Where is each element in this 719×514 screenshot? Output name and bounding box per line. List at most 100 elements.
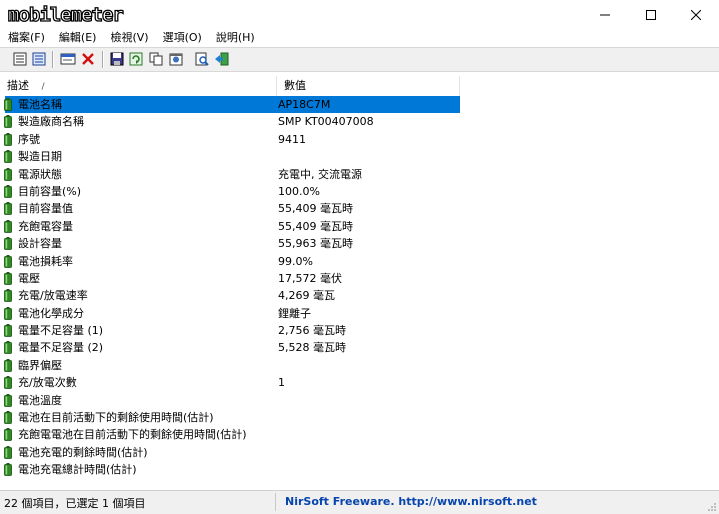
row-value: 100.0% (278, 184, 320, 198)
html-report-icon[interactable] (168, 51, 184, 67)
column-header-value[interactable]: 數值 (277, 76, 460, 96)
row-value: SMP KT00407008 (278, 115, 374, 129)
row-value: AP18C7M (278, 98, 331, 111)
table-row[interactable]: 電池充電總計時間(估計) (0, 461, 719, 478)
table-row[interactable]: 電池損耗率 99.0% (0, 253, 719, 270)
row-description: 電池名稱 (18, 98, 62, 111)
row-description: 電量不足容量 (1) (18, 324, 104, 338)
battery-icon (4, 132, 12, 146)
maximize-button[interactable] (628, 0, 674, 29)
menu-help[interactable]: 說明(H) (208, 29, 261, 47)
table-row[interactable]: 設計容量 55,963 毫瓦時 (0, 235, 719, 252)
list-rows: 電池名稱 AP18C7M 製造廠商名稱 SMP KT00407008 序號 9411 製造日… (0, 96, 719, 479)
table-row[interactable]: 目前容量值 55,409 毫瓦時 (0, 200, 719, 217)
row-value: 17,572 毫伏 (278, 271, 342, 285)
battery-icon (4, 202, 12, 216)
battery-icon (4, 219, 12, 233)
battery-icon (4, 393, 12, 407)
battery-icon (4, 115, 12, 129)
table-row[interactable]: 充飽電電池在目前活動下的剩餘使用時間(估計) (0, 426, 719, 443)
battery-icon (4, 289, 12, 303)
maximize-icon (646, 9, 656, 20)
menu-file[interactable]: 檔案(F) (0, 29, 51, 47)
row-value: 充電中, 交流電源 (278, 167, 362, 181)
close-button[interactable] (673, 0, 719, 29)
table-row[interactable]: 電量不足容量 (1) 2,756 毫瓦時 (0, 322, 719, 339)
table-row[interactable]: 電池在目前活動下的剩餘使用時間(估計) (0, 409, 719, 426)
title-bar: mobilemeter (0, 0, 719, 29)
table-row[interactable]: 電池溫度 (0, 392, 719, 409)
svg-text:mobilemeter: mobilemeter (8, 4, 123, 26)
table-row[interactable]: 電池化學成分 鋰離子 (0, 305, 719, 322)
battery-icon (4, 150, 12, 164)
column-header-description[interactable]: 描述 / (0, 76, 277, 96)
row-description: 電源狀態 (18, 167, 62, 181)
battery-icon (4, 445, 12, 459)
menu-bar: 檔案(F) 編輯(E) 檢視(V) 選項(O) 說明(H) (0, 29, 719, 47)
row-highlight (5, 131, 460, 148)
row-highlight (5, 96, 460, 113)
battery-icon (4, 341, 12, 355)
row-description: 目前容量值 (18, 202, 73, 216)
row-description: 電量不足容量 (2) (18, 341, 104, 355)
column-label-description: 描述 (7, 79, 29, 92)
row-highlight (5, 270, 460, 287)
battery-icon (4, 98, 12, 111)
toolbar-separator (102, 51, 104, 68)
toolbar (0, 47, 719, 72)
battery-icon (4, 428, 12, 442)
copy-icon[interactable] (148, 51, 164, 67)
minimize-button[interactable] (582, 0, 628, 29)
row-highlight (5, 253, 460, 270)
row-description: 臨界偏壓 (18, 358, 62, 372)
row-description: 充飽電容量 (18, 219, 73, 233)
sort-indicator: / (41, 82, 45, 92)
table-row[interactable]: 電池充電的剩餘時間(估計) (0, 444, 719, 461)
row-highlight (5, 200, 460, 217)
row-description: 電池溫度 (18, 393, 62, 407)
view-details-icon[interactable] (31, 51, 47, 67)
menu-options[interactable]: 選項(O) (155, 29, 208, 47)
battery-icon (4, 324, 12, 337)
view-list-icon[interactable] (12, 51, 28, 67)
row-description: 充電/放電速率 (18, 289, 88, 303)
row-description: 充/放電次數 (18, 376, 77, 390)
table-row[interactable]: 充電/放電速率 4,269 毫瓦 (0, 287, 719, 304)
row-value: 1 (278, 376, 285, 390)
row-description: 電池化學成分 (18, 306, 84, 320)
save-icon[interactable] (109, 51, 125, 67)
battery-icon (4, 306, 12, 320)
table-row[interactable]: 序號 9411 (0, 131, 719, 148)
battery-icon (4, 376, 12, 390)
row-value: 4,269 毫瓦 (278, 289, 335, 303)
exit-icon[interactable] (214, 51, 230, 67)
menu-view[interactable]: 檢視(V) (102, 29, 154, 47)
minimize-icon (600, 14, 610, 15)
table-row[interactable]: 電壓 17,572 毫伏 (0, 270, 719, 287)
nirsoft-link[interactable]: NirSoft Freeware. http://www.nirsoft.net (285, 495, 537, 508)
table-row[interactable]: 製造廠商名稱 SMP KT00407008 (0, 113, 719, 130)
delete-x-icon[interactable] (80, 51, 96, 67)
battery-info-list[interactable]: 描述 / 數值 電池名稱 AP18C7M 製造廠商名稱 SMP KT00407008 序… (0, 72, 719, 490)
resize-grip-icon[interactable] (707, 502, 717, 512)
table-row[interactable]: 電源狀態 充電中, 交流電源 (0, 166, 719, 183)
table-row[interactable]: 臨界偏壓 (0, 357, 719, 374)
table-row[interactable]: 充/放電次數 1 (0, 374, 719, 391)
column-label-value: 數值 (284, 79, 306, 92)
table-row[interactable]: 製造日期 (0, 148, 719, 165)
refresh-icon[interactable] (128, 51, 144, 67)
row-description: 製造廠商名稱 (18, 115, 84, 129)
battery-icon (4, 271, 12, 285)
row-value: 99.0% (278, 254, 313, 268)
battery-icon (4, 237, 12, 251)
row-value: 55,963 毫瓦時 (278, 237, 353, 251)
table-row[interactable]: 充飽電容量 55,409 毫瓦時 (0, 218, 719, 235)
table-row[interactable]: 電池名稱 AP18C7M (0, 96, 719, 113)
table-row[interactable]: 電量不足容量 (2) 5,528 毫瓦時 (0, 339, 719, 356)
find-icon[interactable] (194, 51, 210, 67)
menu-edit[interactable]: 編輯(E) (51, 29, 103, 47)
status-divider (275, 493, 276, 511)
row-highlight (5, 148, 460, 165)
table-row[interactable]: 目前容量(%) 100.0% (0, 183, 719, 200)
properties-icon[interactable] (60, 51, 76, 67)
